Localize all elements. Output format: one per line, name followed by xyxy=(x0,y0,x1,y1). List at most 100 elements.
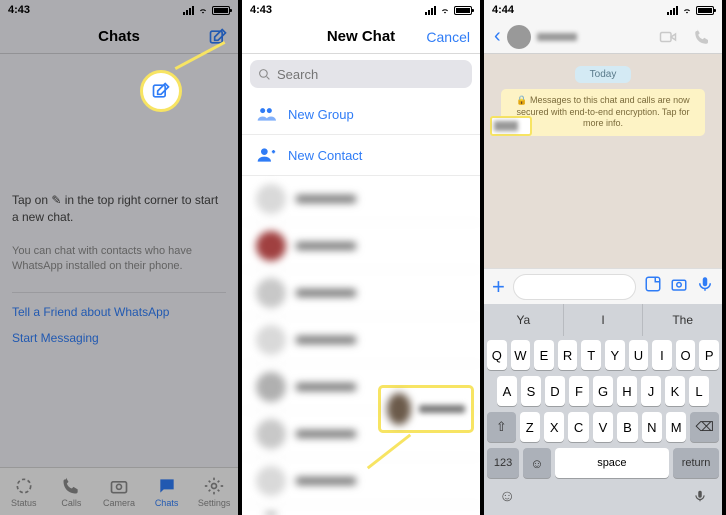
key[interactable]: H xyxy=(617,376,637,406)
header: Chats xyxy=(0,20,238,54)
emoji-icon[interactable]: ☺ xyxy=(499,488,515,509)
return-key[interactable]: return xyxy=(673,448,719,478)
key[interactable]: U xyxy=(629,340,649,370)
key-row: QWERTYUIOP xyxy=(487,340,719,370)
signal-icon xyxy=(183,6,194,15)
suggestion[interactable]: I xyxy=(564,304,644,336)
camera-icon[interactable] xyxy=(670,275,688,298)
space-key[interactable]: space xyxy=(555,448,670,478)
list-item[interactable] xyxy=(242,176,480,223)
keyboard: QWERTYUIOP ASDFGHJKL ⇧ ZXCVBNM ⌫ 123 ☺ s… xyxy=(484,336,722,515)
search-icon xyxy=(258,68,271,81)
tab-bar: Status Calls Camera Chats Settings xyxy=(0,467,238,515)
numbers-key[interactable]: 123 xyxy=(487,448,519,478)
new-contact-row[interactable]: New Contact xyxy=(242,135,480,176)
list-item[interactable] xyxy=(242,270,480,317)
chat-contact-header[interactable] xyxy=(507,25,577,49)
key[interactable]: O xyxy=(676,340,696,370)
message-input-bar: + xyxy=(484,268,722,304)
emoji-key[interactable]: ☺ xyxy=(523,448,551,478)
dictation-icon[interactable] xyxy=(693,488,707,509)
tab-camera[interactable]: Camera xyxy=(95,468,143,515)
cancel-button[interactable]: Cancel xyxy=(426,29,470,45)
mic-icon[interactable] xyxy=(696,275,714,298)
sticker-icon[interactable] xyxy=(644,275,662,298)
clock: 4:43 xyxy=(8,4,30,16)
key[interactable]: V xyxy=(593,412,613,442)
key[interactable]: T xyxy=(581,340,601,370)
header: New Chat Cancel xyxy=(242,20,480,54)
key[interactable]: W xyxy=(511,340,531,370)
key[interactable]: N xyxy=(642,412,662,442)
clock: 4:43 xyxy=(250,4,272,16)
key[interactable]: Y xyxy=(605,340,625,370)
list-item[interactable] xyxy=(242,505,480,515)
empty-state-hint: Tap on ✎ in the top right corner to star… xyxy=(12,192,226,226)
key[interactable]: R xyxy=(558,340,578,370)
key[interactable]: L xyxy=(689,376,709,406)
key-row: ⇧ ZXCVBNM ⌫ xyxy=(487,412,719,442)
tab-chats[interactable]: Chats xyxy=(143,468,191,515)
key[interactable]: A xyxy=(497,376,517,406)
key[interactable]: X xyxy=(544,412,564,442)
key[interactable]: G xyxy=(593,376,613,406)
page-title: Chats xyxy=(98,28,140,45)
key[interactable]: P xyxy=(699,340,719,370)
backspace-key[interactable]: ⌫ xyxy=(690,412,719,442)
tab-status[interactable]: Status xyxy=(0,468,48,515)
shift-key[interactable]: ⇧ xyxy=(487,412,516,442)
status-bar: 4:43 xyxy=(0,0,238,20)
start-messaging-link[interactable]: Start Messaging xyxy=(12,331,226,357)
key[interactable]: E xyxy=(534,340,554,370)
highlight-message-callout xyxy=(490,116,532,136)
battery-icon xyxy=(454,6,472,15)
key[interactable]: J xyxy=(641,376,661,406)
wifi-icon xyxy=(439,6,451,15)
key[interactable]: M xyxy=(666,412,686,442)
chat-area: Today 🔒 Messages to this chat and calls … xyxy=(484,54,722,268)
key[interactable]: S xyxy=(521,376,541,406)
header: ‹ xyxy=(484,20,722,54)
key-row: 123 ☺ space return xyxy=(487,448,719,478)
battery-icon xyxy=(212,6,230,15)
new-group-row[interactable]: New Group xyxy=(242,94,480,135)
wifi-icon xyxy=(197,6,209,15)
back-button[interactable]: ‹ xyxy=(494,25,501,48)
video-call-icon[interactable] xyxy=(658,28,678,46)
page-title: New Chat xyxy=(327,28,395,45)
message-input[interactable] xyxy=(513,274,636,300)
search-field[interactable] xyxy=(250,60,472,88)
add-contact-icon xyxy=(256,145,276,165)
suggestion[interactable]: Ya xyxy=(484,304,564,336)
key-row: ASDFGHJKL xyxy=(487,376,719,406)
key[interactable]: I xyxy=(652,340,672,370)
search-input[interactable] xyxy=(277,67,464,82)
tab-calls[interactable]: Calls xyxy=(48,468,96,515)
suggestion[interactable]: The xyxy=(643,304,722,336)
tell-friend-link[interactable]: Tell a Friend about WhatsApp xyxy=(12,292,226,331)
list-item[interactable] xyxy=(242,223,480,270)
attach-button[interactable]: + xyxy=(492,274,505,300)
key[interactable]: B xyxy=(617,412,637,442)
highlight-contact-callout xyxy=(378,385,474,433)
key[interactable]: Q xyxy=(487,340,507,370)
list-item[interactable] xyxy=(242,317,480,364)
date-pill: Today xyxy=(575,66,631,83)
status-bar: 4:43 xyxy=(242,0,480,20)
key[interactable]: K xyxy=(665,376,685,406)
avatar xyxy=(507,25,531,49)
signal-icon xyxy=(425,6,436,15)
empty-state-sub: You can chat with contacts who have What… xyxy=(12,244,226,275)
list-item[interactable] xyxy=(242,458,480,505)
clock: 4:44 xyxy=(492,4,514,16)
battery-icon xyxy=(696,6,714,15)
key[interactable]: F xyxy=(569,376,589,406)
highlight-compose-callout xyxy=(140,70,182,112)
key[interactable]: Z xyxy=(520,412,540,442)
tab-settings[interactable]: Settings xyxy=(190,468,238,515)
contact-name xyxy=(537,33,577,41)
voice-call-icon[interactable] xyxy=(692,28,712,46)
wifi-icon xyxy=(681,6,693,15)
key[interactable]: D xyxy=(545,376,565,406)
key[interactable]: C xyxy=(568,412,588,442)
